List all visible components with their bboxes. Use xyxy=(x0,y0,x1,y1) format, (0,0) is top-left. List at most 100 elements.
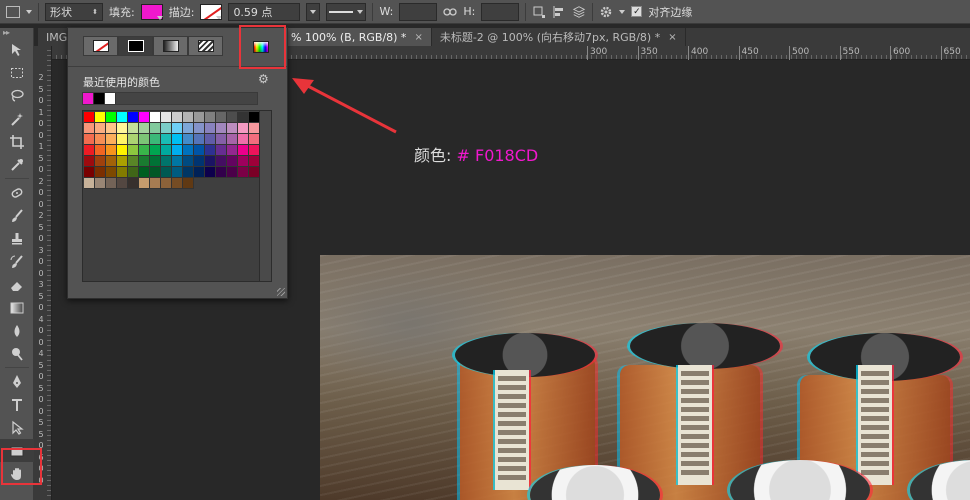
color-swatch[interactable] xyxy=(238,123,249,134)
color-swatch[interactable] xyxy=(216,134,227,145)
color-swatch[interactable] xyxy=(117,145,128,156)
color-swatch[interactable] xyxy=(139,112,150,123)
color-swatch[interactable] xyxy=(172,178,183,189)
color-swatch[interactable] xyxy=(238,167,249,178)
color-swatch[interactable] xyxy=(128,156,139,167)
stroke-width-input[interactable]: 0.59 点 xyxy=(228,2,301,21)
color-swatch[interactable] xyxy=(183,134,194,145)
color-swatch[interactable] xyxy=(205,145,216,156)
tab-active-document[interactable]: % 100% (B, RGB/8) * × xyxy=(283,28,432,46)
color-swatch[interactable] xyxy=(194,145,205,156)
stroke-width-dropdown[interactable] xyxy=(306,2,321,21)
stroke-type-select[interactable] xyxy=(326,2,367,21)
color-swatch[interactable] xyxy=(161,112,172,123)
brush-tool[interactable] xyxy=(0,204,34,227)
eraser-tool[interactable] xyxy=(0,273,34,296)
color-swatch[interactable] xyxy=(194,123,205,134)
color-swatch[interactable] xyxy=(117,123,128,134)
color-swatch[interactable] xyxy=(95,112,106,123)
align-edges-checkbox[interactable]: ✓ xyxy=(631,6,643,17)
color-swatch[interactable] xyxy=(205,112,216,123)
color-swatch[interactable] xyxy=(139,178,150,189)
color-swatch[interactable] xyxy=(150,123,161,134)
color-swatch[interactable] xyxy=(183,156,194,167)
color-swatch[interactable] xyxy=(106,112,117,123)
close-tab-icon[interactable]: × xyxy=(414,32,422,43)
resize-grip-icon[interactable] xyxy=(277,288,285,296)
path-operations-icon[interactable] xyxy=(532,5,546,19)
recent-color-swatch[interactable] xyxy=(94,93,105,104)
color-swatch[interactable] xyxy=(84,156,95,167)
color-swatch[interactable] xyxy=(194,156,205,167)
color-swatch[interactable] xyxy=(106,178,117,189)
color-swatch[interactable] xyxy=(139,123,150,134)
history-brush-tool[interactable] xyxy=(0,250,34,273)
color-swatch[interactable] xyxy=(194,134,205,145)
color-swatch[interactable] xyxy=(106,145,117,156)
color-swatch[interactable] xyxy=(183,123,194,134)
color-swatch[interactable] xyxy=(84,134,95,145)
color-swatch[interactable] xyxy=(238,145,249,156)
width-input[interactable] xyxy=(399,2,438,21)
stroke-swatch[interactable] xyxy=(200,3,223,20)
height-input[interactable] xyxy=(481,2,520,21)
color-swatch[interactable] xyxy=(172,156,183,167)
color-swatch[interactable] xyxy=(227,112,238,123)
type-tool[interactable] xyxy=(0,393,34,416)
tab-untitled-2[interactable]: 未标题-2 @ 100% (向右移动7px, RGB/8) * × xyxy=(432,28,686,46)
color-swatch[interactable] xyxy=(172,167,183,178)
color-swatch[interactable] xyxy=(172,123,183,134)
path-alignment-icon[interactable] xyxy=(552,5,566,19)
color-swatch[interactable] xyxy=(95,123,106,134)
color-swatch[interactable] xyxy=(117,112,128,123)
color-swatch[interactable] xyxy=(205,123,216,134)
marquee-tool[interactable] xyxy=(0,61,34,84)
color-swatch[interactable] xyxy=(183,178,194,189)
color-swatch[interactable] xyxy=(84,145,95,156)
shape-mode-select[interactable]: 形状 ⬍ xyxy=(45,2,103,21)
color-swatch[interactable] xyxy=(117,167,128,178)
color-swatch[interactable] xyxy=(161,134,172,145)
color-swatch[interactable] xyxy=(139,134,150,145)
pen-tool[interactable] xyxy=(0,370,34,393)
close-tab-icon[interactable]: × xyxy=(668,32,676,43)
lasso-tool[interactable] xyxy=(0,84,34,107)
color-swatch[interactable] xyxy=(216,156,227,167)
color-swatch[interactable] xyxy=(150,112,161,123)
color-swatch[interactable] xyxy=(183,167,194,178)
color-swatch[interactable] xyxy=(150,134,161,145)
color-swatch[interactable] xyxy=(128,167,139,178)
color-swatch[interactable] xyxy=(172,134,183,145)
color-swatch[interactable] xyxy=(117,134,128,145)
swatch-scrollbar[interactable] xyxy=(259,111,271,281)
color-swatch[interactable] xyxy=(216,112,227,123)
color-swatch[interactable] xyxy=(139,167,150,178)
color-swatch[interactable] xyxy=(128,123,139,134)
color-swatch[interactable] xyxy=(205,167,216,178)
color-swatch[interactable] xyxy=(128,134,139,145)
color-swatch[interactable] xyxy=(161,156,172,167)
color-swatch[interactable] xyxy=(161,145,172,156)
tool-preset-caret[interactable] xyxy=(26,9,32,14)
color-swatch[interactable] xyxy=(238,112,249,123)
move-tool[interactable] xyxy=(0,38,34,61)
color-swatch[interactable] xyxy=(95,145,106,156)
color-swatch[interactable] xyxy=(150,178,161,189)
color-swatch[interactable] xyxy=(216,123,227,134)
color-swatch[interactable] xyxy=(227,123,238,134)
color-swatch[interactable] xyxy=(84,167,95,178)
color-swatch[interactable] xyxy=(161,123,172,134)
no-fill-button[interactable] xyxy=(83,36,118,56)
color-swatch[interactable] xyxy=(172,145,183,156)
panel-grip[interactable]: ▸▸ xyxy=(0,28,33,38)
crop-tool[interactable] xyxy=(0,130,34,153)
healing-brush-tool[interactable] xyxy=(0,181,34,204)
color-swatch[interactable] xyxy=(95,156,106,167)
color-swatch[interactable] xyxy=(128,145,139,156)
color-swatch[interactable] xyxy=(227,134,238,145)
color-swatch[interactable] xyxy=(172,112,183,123)
color-swatch[interactable] xyxy=(205,134,216,145)
color-swatch[interactable] xyxy=(128,178,139,189)
color-swatch[interactable] xyxy=(84,112,95,123)
color-swatch[interactable] xyxy=(95,167,106,178)
